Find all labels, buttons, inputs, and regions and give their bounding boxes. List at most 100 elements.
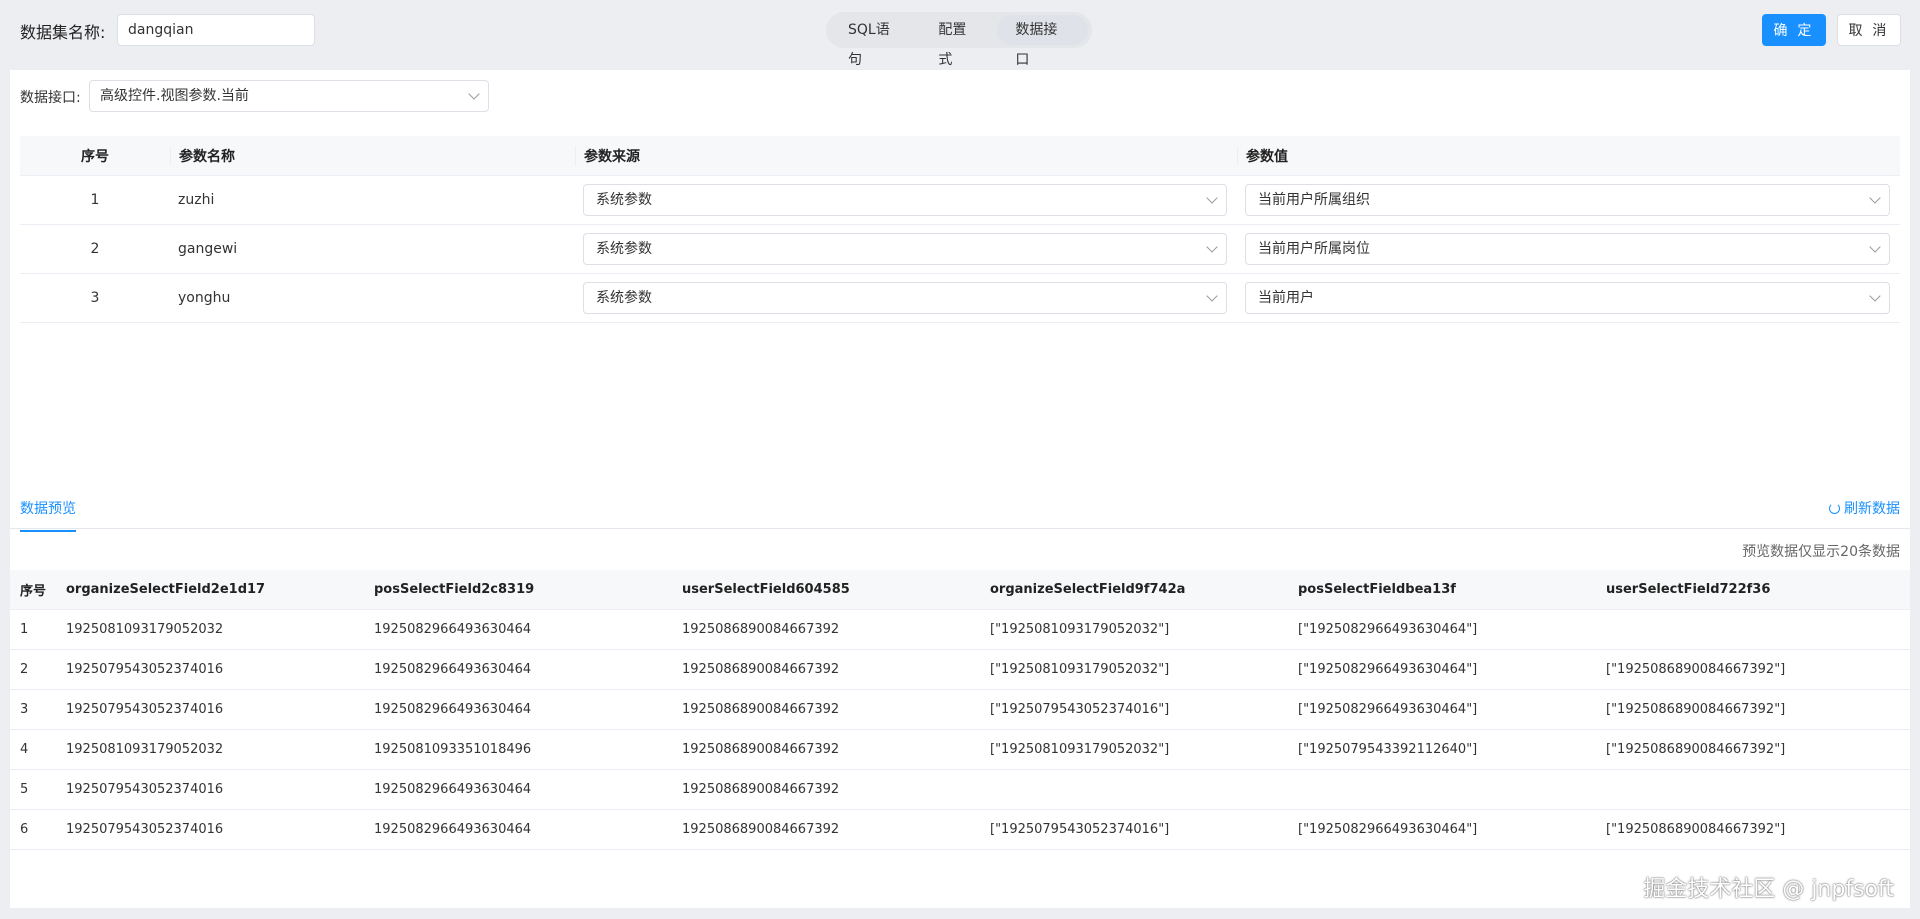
chevron-down-icon — [1206, 290, 1218, 302]
table-row: 3 1925079543052374016 192508296649363046… — [10, 690, 1910, 730]
cancel-button[interactable]: 取 消 — [1837, 14, 1901, 46]
preview-note: 预览数据仅显示20条数据 — [1742, 544, 1900, 560]
data-api-select[interactable]: 高级控件.视图参数.当前 — [89, 80, 489, 112]
preview-table: 序号 organizeSelectField2e1d17 posSelectFi… — [10, 570, 1910, 850]
param-value-value: 当前用户所属岗位 — [1258, 241, 1370, 257]
param-row: 2 gangewi 系统参数 当前用户所属岗位 — [20, 225, 1900, 274]
table-cell: 6 — [20, 822, 29, 837]
table-cell: 1925081093351018496 — [374, 742, 532, 757]
header-cell: userSelectField722f36 — [1606, 582, 1771, 597]
confirm-button[interactable]: 确 定 — [1762, 14, 1826, 46]
param-source-select[interactable]: 系统参数 — [583, 184, 1227, 216]
table-cell: ["1925081093179052032"] — [990, 742, 1170, 757]
data-api-value: 高级控件.视图参数.当前 — [100, 88, 249, 104]
table-cell: ["1925081093179052032"] — [990, 662, 1170, 677]
table-cell: 1925081093179052032 — [66, 742, 224, 757]
header-cell: organizeSelectField9f742a — [990, 582, 1186, 597]
chevron-down-icon — [1206, 241, 1218, 253]
table-cell: 1925086890084667392 — [682, 782, 840, 797]
data-api-label: 数据接口: — [20, 90, 81, 106]
param-name: yonghu — [178, 290, 231, 306]
main-panel: 数据接口: 高级控件.视图参数.当前 序号 参数名称 参数来源 参数值 1 zu… — [10, 70, 1910, 908]
param-table-header: 序号 参数名称 参数来源 参数值 — [20, 136, 1900, 176]
dataset-name-input[interactable]: dangqian — [117, 14, 315, 46]
table-cell: ["1925079543392112640"] — [1298, 742, 1478, 757]
table-cell: ["1925079543052374016"] — [990, 822, 1170, 837]
tab-data-api[interactable]: 数据接口 — [997, 15, 1088, 68]
table-cell: ["1925086890084667392"] — [1606, 702, 1786, 717]
chevron-down-icon — [1869, 241, 1881, 253]
table-row: 2 1925079543052374016 192508296649363046… — [10, 650, 1910, 690]
header-cell: posSelectFieldbea13f — [1298, 582, 1456, 597]
table-cell: ["1925079543052374016"] — [990, 702, 1170, 717]
tab-config[interactable]: 配置式 — [920, 15, 997, 68]
table-cell: 1925079543052374016 — [66, 662, 224, 677]
header-param-name: 参数名称 — [170, 145, 575, 166]
table-row: 4 1925081093179052032 192508109335101849… — [10, 730, 1910, 770]
chevron-down-icon — [1869, 192, 1881, 204]
header-param-value: 参数值 — [1237, 145, 1900, 166]
table-cell: 1925086890084667392 — [682, 702, 840, 717]
table-cell: 1925086890084667392 — [682, 742, 840, 757]
header-no: 序号 — [81, 148, 109, 165]
table-cell: ["1925082966493630464"] — [1298, 662, 1478, 677]
table-cell: 1925079543052374016 — [66, 782, 224, 797]
tab-sql[interactable]: SQL语句 — [830, 15, 920, 68]
watermark: 掘金技术社区 @ jnpfsoft — [1643, 877, 1894, 902]
param-name: zuzhi — [178, 192, 215, 208]
tab-data-preview[interactable]: 数据预览 — [20, 498, 76, 532]
preview-tabs: 数据预览 刷新数据 — [10, 484, 1910, 532]
header-cell: userSelectField604585 — [682, 582, 850, 597]
table-cell: 1 — [20, 622, 29, 637]
chevron-down-icon — [1206, 192, 1218, 204]
param-source-value: 系统参数 — [596, 290, 652, 306]
param-source-select[interactable]: 系统参数 — [583, 282, 1227, 314]
header-cell: 序号 — [20, 584, 47, 599]
table-cell: 1925082966493630464 — [374, 782, 532, 797]
param-no: 3 — [90, 290, 100, 306]
table-cell: ["1925086890084667392"] — [1606, 742, 1786, 757]
table-cell: 1925082966493630464 — [374, 822, 532, 837]
preview-table-header: 序号 organizeSelectField2e1d17 posSelectFi… — [10, 570, 1910, 610]
param-no: 2 — [90, 241, 100, 257]
table-cell: ["1925086890084667392"] — [1606, 662, 1786, 677]
table-cell: 1925082966493630464 — [374, 622, 532, 637]
header-param-source: 参数来源 — [575, 145, 1237, 166]
table-cell: 1925079543052374016 — [66, 702, 224, 717]
header-cell: organizeSelectField2e1d17 — [66, 582, 266, 597]
top-bar: 数据集名称: dangqian SQL语句 配置式 数据接口 确 定 取 消 — [0, 0, 1920, 68]
table-cell: 3 — [20, 702, 29, 717]
table-cell: 1925082966493630464 — [374, 662, 532, 677]
refresh-data-button[interactable]: 刷新数据 — [1829, 498, 1900, 518]
table-cell: ["1925081093179052032"] — [990, 622, 1170, 637]
param-source-value: 系统参数 — [596, 192, 652, 208]
table-cell: 1925079543052374016 — [66, 822, 224, 837]
param-row: 1 zuzhi 系统参数 当前用户所属组织 — [20, 176, 1900, 225]
refresh-data-label: 刷新数据 — [1844, 501, 1900, 517]
dataset-name-label: 数据集名称: — [20, 23, 106, 42]
param-source-select[interactable]: 系统参数 — [583, 233, 1227, 265]
param-source-value: 系统参数 — [596, 241, 652, 257]
table-cell: ["1925086890084667392"] — [1606, 822, 1786, 837]
table-row: 6 1925079543052374016 192508296649363046… — [10, 810, 1910, 850]
table-row: 1 1925081093179052032 192508296649363046… — [10, 610, 1910, 650]
header-cell: posSelectField2c8319 — [374, 582, 535, 597]
param-value-select[interactable]: 当前用户所属岗位 — [1245, 233, 1890, 265]
table-cell: 1925086890084667392 — [682, 622, 840, 637]
table-cell: 1925086890084667392 — [682, 822, 840, 837]
param-value-value: 当前用户 — [1258, 290, 1314, 306]
table-cell: ["1925082966493630464"] — [1298, 702, 1478, 717]
param-value-select[interactable]: 当前用户所属组织 — [1245, 184, 1890, 216]
chevron-down-icon — [468, 88, 480, 100]
param-table: 序号 参数名称 参数来源 参数值 1 zuzhi 系统参数 当前用户所属组织 2… — [20, 136, 1900, 323]
table-cell: ["1925082966493630464"] — [1298, 822, 1478, 837]
chevron-down-icon — [1869, 290, 1881, 302]
table-cell: 1925081093179052032 — [66, 622, 224, 637]
mode-switch: SQL语句 配置式 数据接口 — [826, 12, 1092, 68]
table-cell: ["1925082966493630464"] — [1298, 622, 1478, 637]
param-no: 1 — [90, 192, 100, 208]
table-cell: 1925082966493630464 — [374, 702, 532, 717]
table-row: 5 1925079543052374016 192508296649363046… — [10, 770, 1910, 810]
param-value-select[interactable]: 当前用户 — [1245, 282, 1890, 314]
table-cell: 4 — [20, 742, 29, 757]
